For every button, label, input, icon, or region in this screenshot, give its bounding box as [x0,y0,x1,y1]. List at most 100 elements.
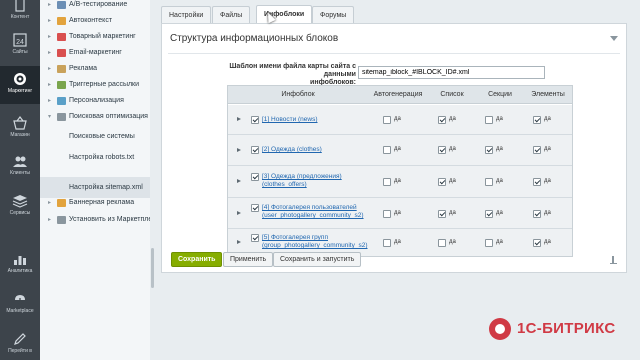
rail-item-marketing[interactable]: Маркетинг [0,66,40,104]
check-label: да [394,210,401,216]
iblock-grid: Инфоблок Автогенерация Список Секции Эле… [227,85,573,257]
list-checkbox[interactable] [438,146,446,154]
rail-item-goto[interactable]: Перейти в [0,328,40,360]
list-checkbox[interactable] [438,210,446,218]
main-content: Настройки Файлы Инфоблоки Форумы Структу… [155,0,640,360]
elements-checkbox[interactable] [533,116,541,124]
iblock-link[interactable]: [2] Одежда (clothes) [262,146,322,154]
sections-checkbox[interactable] [485,116,493,124]
menu-item-label: Баннерная реклама [69,199,135,206]
sections-checkbox[interactable] [485,239,493,247]
rail-item-sites[interactable]: 24 Сайты [0,29,40,65]
iblock-link-line: (group_photogallery_community_s2) [262,242,368,249]
rail-item-analytics[interactable]: Аналитика [0,248,40,284]
collapse-icon[interactable] [610,36,618,41]
save-button[interactable]: Сохранить [171,252,223,267]
menu-item-icon [57,17,66,25]
menu-item-icon [57,199,66,207]
iblock-link-line: [3] Одежда (предложения) [262,173,342,180]
iblock-link-line: (user_photogallery_community_s2) [262,212,364,219]
elements-checkbox[interactable] [533,178,541,186]
iblock-link[interactable]: [1] Новости (news) [262,116,318,124]
table-row: [3] Одежда (предложения) (clothes_offers)… [228,166,572,198]
chevron-right-icon: ▸ [48,200,52,206]
divider [168,53,620,54]
save-and-run-button[interactable]: Сохранить и запустить [273,252,362,267]
marketing-menu: ▸ A/B-тестирование ▸ Автоконтекст ▸ Товарны… [40,0,151,360]
menu-item-email-marketing[interactable]: ▸ Email-маркетинг [40,45,150,61]
list-checkbox[interactable] [438,116,446,124]
menu-item-icon [57,65,66,73]
pin-base [610,263,617,264]
row-checkbox[interactable] [251,173,259,181]
autogen-checkbox[interactable] [383,239,391,247]
list-checkbox[interactable] [438,239,446,247]
elements-checkbox[interactable] [533,146,541,154]
rail-item-content[interactable]: Контент [0,0,40,30]
row-checkbox[interactable] [251,204,259,212]
menu-item-label: Реклама [69,65,98,72]
iblock-link[interactable]: [3] Одежда (предложения) (clothes_offers) [262,173,342,189]
elements-checkbox[interactable] [533,210,541,218]
rail-item-marketplace[interactable]: Marketplace [0,288,40,324]
autogen-checkbox[interactable] [383,146,391,154]
check-label: да [544,116,551,122]
expand-icon[interactable] [237,240,241,244]
menu-item-seo[interactable]: ▾ Поисковая оптимизация [40,109,150,125]
row-checkbox[interactable] [251,234,259,242]
iblock-link[interactable]: [4] Фотогалерея пользователей (user_photo… [262,204,364,220]
menu-item-banner-ads[interactable]: ▸ Баннерная реклама [40,195,150,211]
elements-checkbox[interactable] [533,239,541,247]
expand-icon[interactable] [237,148,241,152]
rail-item-label: Marketplace [6,308,34,314]
menu-item-ads[interactable]: ▸ Реклама [40,61,150,77]
menu-item-install-marketplace[interactable]: ▸ Установить из Маркетплейс [40,212,151,228]
rail-item-clients[interactable]: Клиенты [0,150,40,186]
tab-files[interactable]: Файлы [212,6,251,23]
menu-item-search-engines[interactable]: Поисковые системы [40,126,150,147]
iblock-link[interactable]: [5] Фотогалерея групп (group_photogallery… [262,234,368,250]
expand-icon[interactable] [237,117,241,121]
check-label: да [496,178,503,184]
autogen-checkbox[interactable] [383,116,391,124]
row-checkbox[interactable] [251,146,259,154]
app-rail: Контент 24 Сайты Маркетинг Магазин Клиен… [0,0,40,360]
menu-item-trigger-mailing[interactable]: ▸ Триггерные рассылки [40,77,150,93]
expand-icon[interactable] [237,179,241,183]
sections-checkbox[interactable] [485,178,493,186]
sections-checkbox[interactable] [485,146,493,154]
check-label: да [496,116,503,122]
table-row: [1] Новости (news) да да да да [228,105,572,135]
menu-item-label: Поисковая оптимизация [69,113,148,120]
menu-item-product-marketing[interactable]: ▸ Товарный маркетинг [40,29,150,45]
iblock-link-line: [4] Фотогалерея пользователей [262,204,357,211]
layers-icon [12,195,28,208]
list-checkbox[interactable] [438,178,446,186]
rail-item-label: Сайты [12,49,28,55]
tab-settings[interactable]: Настройки [161,6,212,23]
tab-forums[interactable]: Форумы [312,6,355,23]
scrollbar-thumb[interactable] [151,248,154,288]
apply-button[interactable]: Применить [223,252,274,267]
rail-item-shop[interactable]: Магазин [0,112,40,148]
bitrix-logo-text: 1С-БИТРИКС [517,320,616,337]
sections-checkbox[interactable] [485,210,493,218]
basket-icon [13,116,27,130]
menu-item-autocontext[interactable]: ▸ Автоконтекст [40,13,150,29]
sitemap-filename-template-input[interactable] [358,66,545,79]
autogen-checkbox[interactable] [383,178,391,186]
rail-item-services[interactable]: Сервисы [0,190,40,226]
rail-item-label: Аналитика [7,268,33,274]
check-label: да [394,178,401,184]
rail-item-label: Магазин [10,132,30,138]
expand-icon[interactable] [237,211,241,215]
menu-item-ab-testing[interactable]: ▸ A/B-тестирование [40,0,150,13]
document-icon [15,0,25,12]
menu-item-personalization[interactable]: ▸ Персонализация [40,93,150,109]
grid-header: Инфоблок Автогенерация Список Секции Эле… [228,86,572,104]
autogen-checkbox[interactable] [383,210,391,218]
column-header: Список [440,91,464,98]
menu-item-robots[interactable]: Настройка robots.txt [40,147,150,168]
row-checkbox[interactable] [251,116,259,124]
menu-item-label: Установить из Маркетплейс [69,216,151,223]
